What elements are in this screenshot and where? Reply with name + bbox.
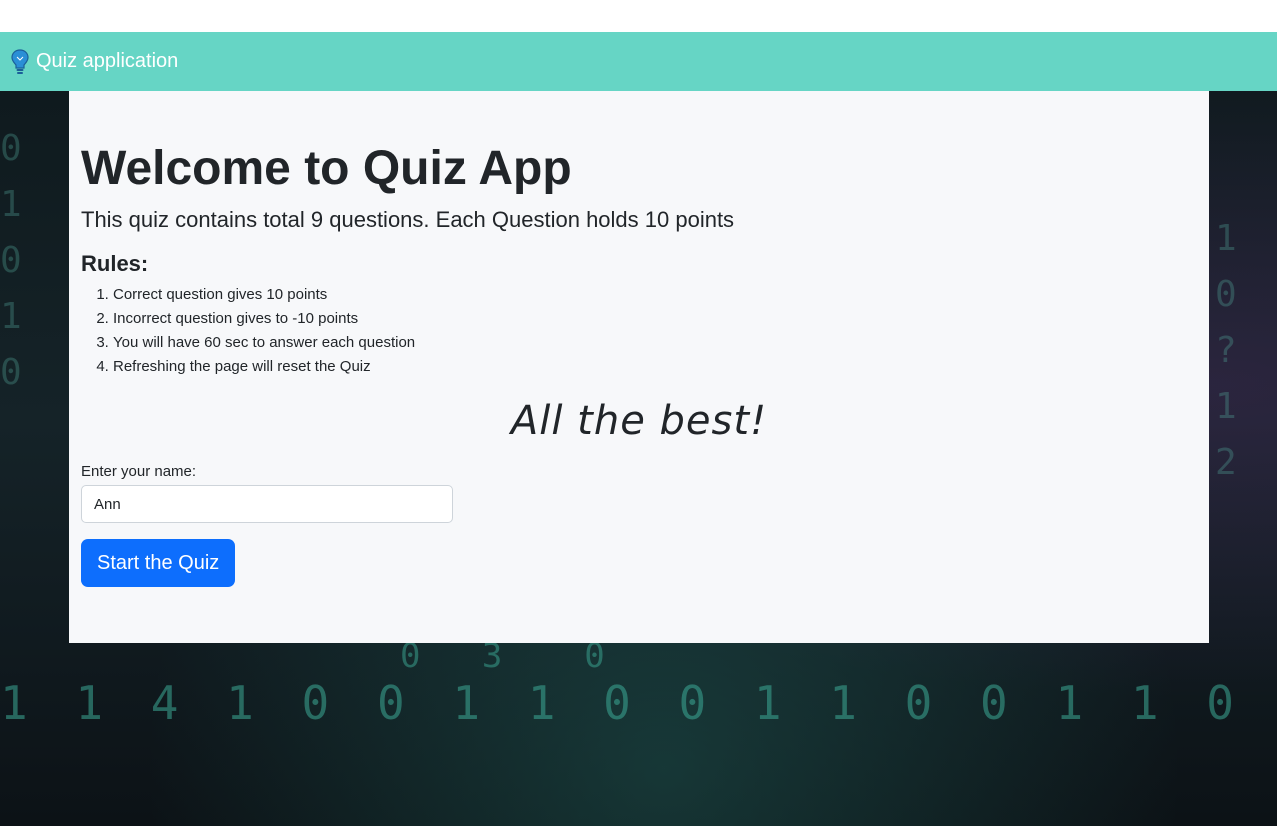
encouragement-text: All the best! xyxy=(510,398,768,444)
browser-top-strip xyxy=(0,0,1277,32)
rule-item: Incorrect question gives to -10 points xyxy=(113,307,1197,331)
rule-item: Correct question gives 10 points xyxy=(113,283,1197,307)
navbar-brand-label: Quiz application xyxy=(36,50,179,72)
navbar: Quiz application xyxy=(0,32,1277,91)
rules-heading: Rules: xyxy=(81,251,149,276)
lightbulb-icon xyxy=(10,48,30,76)
name-label: Enter your name: xyxy=(81,463,197,480)
quiz-summary: This quiz contains total 9 questions. Ea… xyxy=(81,207,735,232)
start-quiz-button[interactable]: Start the Quiz xyxy=(81,539,236,587)
rule-item: Refreshing the page will reset the Quiz xyxy=(113,355,1197,379)
page-title: Welcome to Quiz App xyxy=(81,142,572,195)
navbar-brand[interactable]: Quiz application xyxy=(10,48,178,76)
welcome-card: Welcome to Quiz App This quiz contains t… xyxy=(69,91,1209,643)
name-input[interactable] xyxy=(81,485,453,523)
rules-list: Correct question gives 10 points Incorre… xyxy=(81,283,1197,379)
rule-item: You will have 60 sec to answer each ques… xyxy=(113,331,1197,355)
